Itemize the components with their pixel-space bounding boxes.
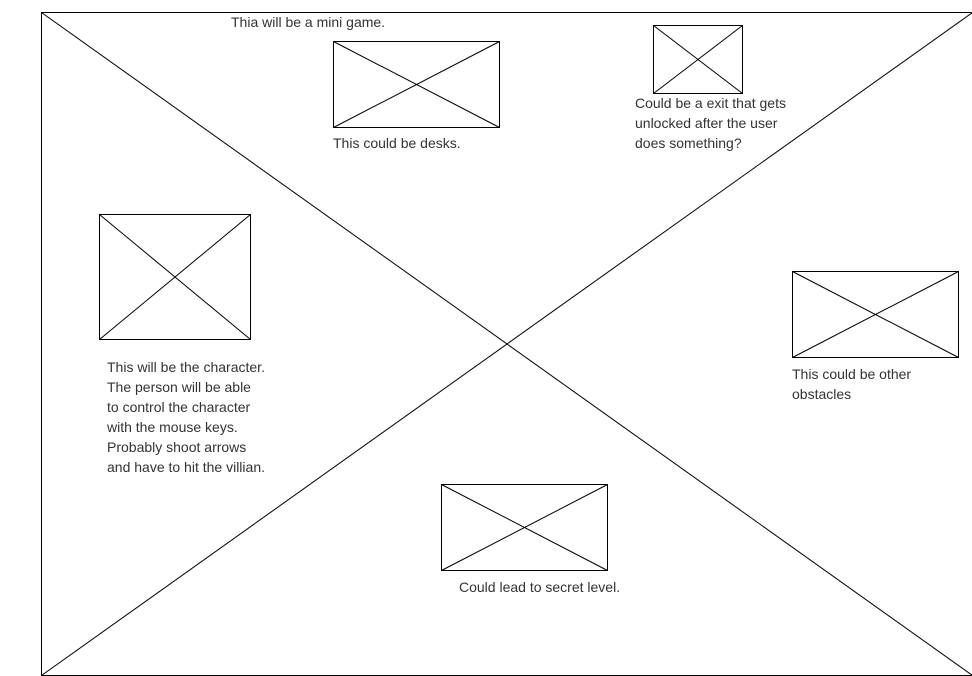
exit-placeholder xyxy=(653,25,743,94)
secret-level-placeholder xyxy=(441,484,608,571)
character-placeholder xyxy=(99,214,251,340)
desks-note: This could be desks. xyxy=(333,135,461,151)
obstacles-placeholder xyxy=(792,271,959,358)
exit-note: Could be a exit that gets unlocked after… xyxy=(635,95,786,151)
character-note: This will be the character. The person w… xyxy=(107,359,265,475)
obstacles-note: This could be other obstacles xyxy=(792,366,912,402)
wireframe-canvas xyxy=(41,12,972,676)
title-note: Thia will be a mini game. xyxy=(231,14,386,30)
desks-placeholder xyxy=(333,41,500,128)
secret-level-note: Could lead to secret level. xyxy=(459,579,621,595)
